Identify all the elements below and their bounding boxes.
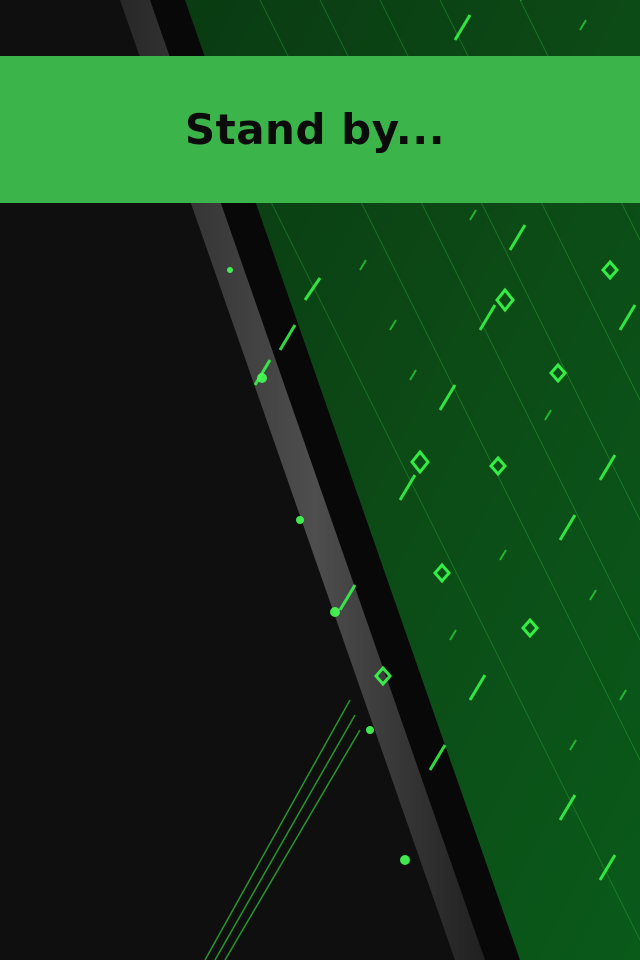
status-banner: Stand by... (0, 56, 640, 203)
loading-screen: Stand by... (0, 0, 640, 960)
status-message: Stand by... (184, 105, 446, 154)
